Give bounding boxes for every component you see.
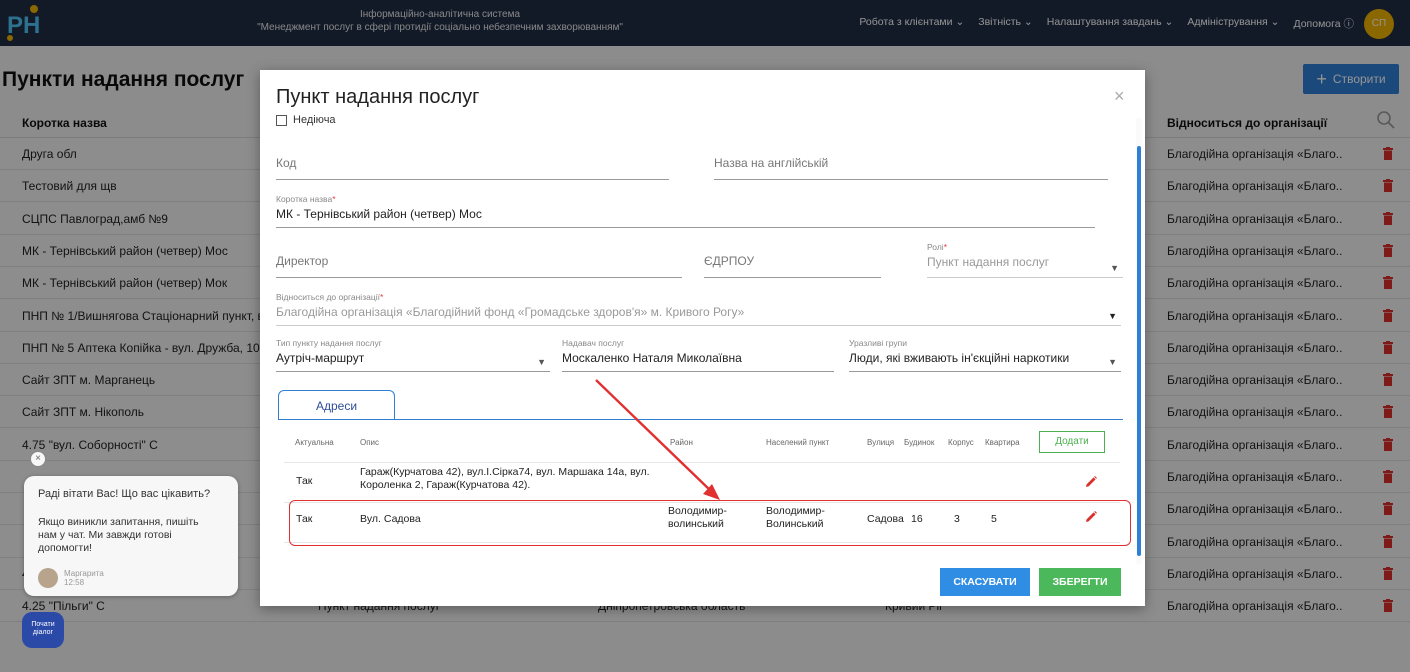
provider-field[interactable]: Надавач послуг Москаленко Наталя Миколаї…	[562, 338, 834, 372]
addr-col-actual: Актуальна	[295, 438, 334, 447]
addr-col-apartment: Квартира	[985, 438, 1020, 447]
add-address-button[interactable]: Додати	[1039, 431, 1105, 453]
short-name-value: МК - Тернівський район (четвер) Мос	[276, 207, 482, 221]
vulnerable-groups-label: Уразливі групи	[849, 338, 907, 348]
role-label: Ролі*	[927, 242, 947, 252]
caret-down-icon: ▼	[1110, 263, 1119, 273]
organization-select[interactable]: Відноситься до організації* Благодійна о…	[276, 292, 1121, 326]
save-button[interactable]: ЗБЕРЕГТИ	[1039, 568, 1121, 596]
addr-col-description: Опис	[360, 438, 380, 447]
organization-label: Відноситься до організації*	[276, 292, 384, 302]
agent-avatar	[38, 568, 58, 588]
addr-col-building: Будинок	[904, 438, 935, 447]
chat-close-icon[interactable]: ×	[30, 451, 46, 467]
caret-down-icon: ▼	[1108, 357, 1117, 367]
provider-label: Надавач послуг	[562, 338, 625, 348]
vulnerable-groups-select[interactable]: Уразливі групи Люди, які вживають ін'єкц…	[849, 338, 1121, 372]
addr-row-divider	[284, 462, 1120, 463]
tab-divider	[278, 419, 1123, 420]
code-field[interactable]: Код	[276, 154, 669, 180]
addr-col-settlement: Населений пункт	[766, 438, 830, 447]
edrpou-field[interactable]: ЄДРПОУ	[704, 252, 881, 278]
caret-down-icon: ▼	[1108, 311, 1117, 321]
addr-col-block: Корпус	[948, 438, 974, 447]
close-icon[interactable]: ×	[1114, 86, 1125, 107]
english-name-field[interactable]: Назва на англійській	[714, 154, 1108, 180]
role-value: Пункт надання послуг	[927, 255, 1050, 269]
scrollbar-thumb[interactable]	[1137, 146, 1141, 556]
addr-col-street: Вулиця	[867, 438, 895, 447]
provider-value: Москаленко Наталя Миколаївна	[562, 351, 742, 365]
edit-pencil-icon[interactable]	[1084, 475, 1098, 489]
point-type-label: Тип пункту надання послуг	[276, 338, 382, 348]
start-chat-button[interactable]: Почати діалог	[22, 612, 64, 648]
point-type-select[interactable]: Тип пункту надання послуг Аутріч-маршрут…	[276, 338, 550, 372]
point-type-value: Аутріч-маршрут	[276, 351, 365, 365]
cancel-button[interactable]: СКАСУВАТИ	[940, 568, 1030, 596]
addr-col-district: Район	[670, 438, 693, 447]
inactive-checkbox-row[interactable]: Недіюча	[276, 114, 336, 126]
chat-agent: Маргарита 12:58	[38, 568, 104, 588]
inactive-checkbox-label: Недіюча	[293, 114, 336, 126]
modal-title: Пункт надання послуг	[276, 86, 480, 108]
caret-down-icon: ▼	[537, 357, 546, 367]
addr-row1-description: Гараж(Курчатова 42), вул.І.Сірка74, вул.…	[360, 466, 650, 491]
short-name-label: Коротка назва*	[276, 194, 336, 204]
code-placeholder: Код	[276, 156, 297, 170]
organization-value: Благодійна організація «Благодійний фонд…	[276, 305, 745, 319]
vulnerable-groups-value: Люди, які вживають ін'єкційні наркотики	[849, 351, 1070, 365]
tab-addresses[interactable]: Адреси	[278, 390, 395, 420]
short-name-field[interactable]: Коротка назва* МК - Тернівський район (ч…	[276, 194, 1095, 228]
service-point-modal: Пункт надання послуг × Недіюча Код Назва…	[260, 70, 1145, 606]
annotation-highlight-box	[289, 500, 1131, 546]
edrpou-placeholder: ЄДРПОУ	[704, 254, 755, 268]
chat-message: Якщо виникли запитання, пишіть нам у чат…	[38, 516, 199, 554]
director-placeholder: Директор	[276, 254, 329, 268]
chat-greeting: Раді вітати Вас! Що вас цікавить?	[38, 488, 211, 500]
inactive-checkbox[interactable]	[276, 114, 287, 126]
director-field[interactable]: Директор	[276, 252, 682, 278]
role-select[interactable]: Ролі* Пункт надання послуг ▼	[927, 242, 1123, 278]
chat-popup[interactable]: Раді вітати Вас! Що вас цікавить? Якщо в…	[24, 476, 238, 596]
agent-name: Маргарита	[64, 569, 104, 578]
agent-time: 12:58	[64, 578, 85, 587]
english-name-placeholder: Назва на англійській	[714, 156, 829, 170]
addr-row1-actual: Так	[296, 475, 313, 487]
